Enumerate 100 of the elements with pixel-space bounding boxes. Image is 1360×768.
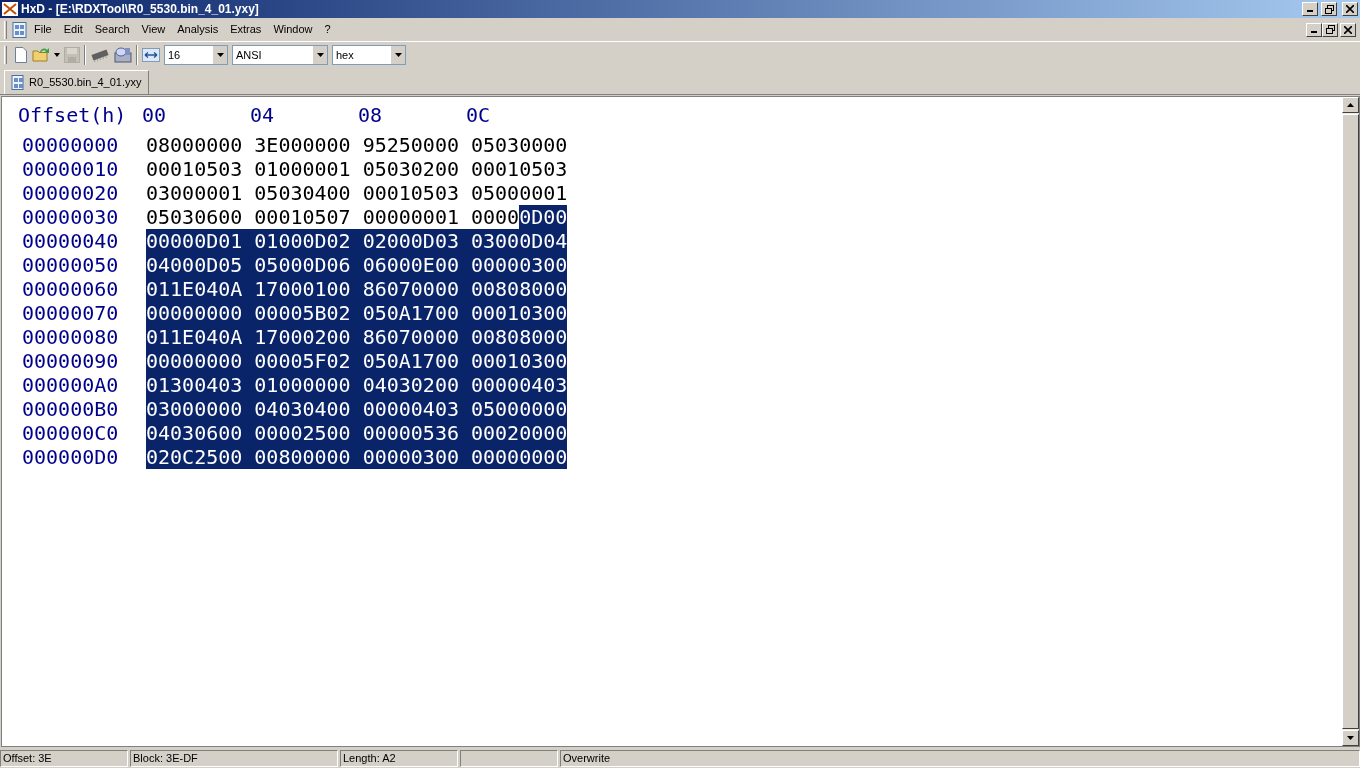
hex-cell[interactable]: 03000001 bbox=[146, 181, 255, 205]
offset-base-dropdown[interactable]: hex bbox=[332, 45, 406, 65]
hex-cell[interactable]: 04030400 bbox=[254, 397, 363, 421]
chip-icon[interactable] bbox=[90, 48, 110, 62]
hex-cell[interactable]: 020C2500 bbox=[146, 445, 255, 469]
dropdown-arrow-icon[interactable] bbox=[394, 53, 402, 57]
hex-cell[interactable]: 00010503 bbox=[362, 181, 471, 205]
menu-item[interactable]: ? bbox=[319, 19, 336, 40]
hex-cell[interactable]: 00010300 bbox=[471, 349, 568, 373]
hex-cell[interactable]: 05000001 bbox=[471, 181, 568, 205]
column-header: 04 bbox=[250, 103, 276, 127]
menu-item[interactable]: Edit bbox=[58, 19, 88, 40]
hex-cell[interactable]: 00800000 bbox=[254, 445, 363, 469]
hex-cell[interactable]: 01000D02 bbox=[254, 229, 363, 253]
hex-cell[interactable]: 00005B02 bbox=[254, 301, 363, 325]
hex-cell[interactable]: 06000E00 bbox=[362, 253, 471, 277]
hex-cell[interactable]: 0D00 bbox=[519, 205, 568, 229]
menu-item[interactable]: Analysis bbox=[172, 19, 224, 40]
hex-cell[interactable]: 05030200 bbox=[362, 157, 471, 181]
hex-cell[interactable]: 17000100 bbox=[254, 277, 363, 301]
minimize-button[interactable] bbox=[1302, 2, 1318, 16]
menu-item[interactable]: Search bbox=[89, 19, 135, 40]
disk-icon[interactable] bbox=[114, 47, 132, 63]
hex-cell[interactable]: 01300403 bbox=[146, 373, 255, 397]
bytes-per-row-dropdown[interactable]: 16 bbox=[164, 45, 228, 65]
hex-cell[interactable]: 00010503 bbox=[471, 157, 568, 181]
hex-cell[interactable]: 00002500 bbox=[254, 421, 363, 445]
minimize-button[interactable] bbox=[1306, 22, 1322, 37]
menu-item[interactable]: Extras bbox=[225, 19, 267, 40]
menu-item[interactable]: File bbox=[29, 19, 57, 40]
hex-cell[interactable]: 05000000 bbox=[471, 397, 568, 421]
hex-cell[interactable]: 00808000 bbox=[471, 277, 568, 301]
hex-cell[interactable]: 050A1700 bbox=[362, 301, 471, 325]
hex-cell[interactable]: 00000000 bbox=[146, 301, 255, 325]
hex-cell[interactable]: 17000200 bbox=[254, 325, 363, 349]
hex-cell[interactable]: 00005F02 bbox=[254, 349, 363, 373]
hex-cell[interactable]: 05030400 bbox=[254, 181, 363, 205]
hex-cell[interactable]: 00000000 bbox=[146, 349, 255, 373]
hex-cell[interactable]: 04030200 bbox=[362, 373, 471, 397]
hex-cell[interactable]: 95250000 bbox=[362, 133, 471, 157]
hex-cell[interactable]: 00000403 bbox=[362, 397, 471, 421]
hex-cell[interactable]: 03000D04 bbox=[471, 229, 568, 253]
charset-dropdown[interactable]: ANSI bbox=[232, 45, 328, 65]
hex-cell[interactable]: 00808000 bbox=[471, 325, 568, 349]
hex-cell[interactable]: 01000000 bbox=[254, 373, 363, 397]
hex-cell[interactable]: 86070000 bbox=[362, 277, 471, 301]
offset-cell-text: 00000050 bbox=[22, 253, 120, 277]
hex-cell[interactable]: 00000D01 bbox=[146, 229, 255, 253]
hex-cell[interactable]: 050A1700 bbox=[362, 349, 471, 373]
hex-cell[interactable]: 00000536 bbox=[362, 421, 471, 445]
hex-cell[interactable]: 00010507 bbox=[254, 205, 363, 229]
hex-cell[interactable]: 00010503 bbox=[146, 157, 255, 181]
close-icon bbox=[1344, 25, 1352, 34]
status-panel: Overwrite bbox=[560, 750, 1360, 767]
hex-cell[interactable]: 04000D05 bbox=[146, 253, 255, 277]
column-header: 00 bbox=[142, 103, 168, 127]
restore-button[interactable] bbox=[1321, 2, 1337, 16]
hex-cell[interactable]: 00010300 bbox=[471, 301, 568, 325]
hex-cell[interactable]: 00020000 bbox=[471, 421, 568, 445]
hex-cell[interactable]: 03000000 bbox=[146, 397, 255, 421]
hex-cell[interactable]: 86070000 bbox=[362, 325, 471, 349]
restore-button[interactable] bbox=[1322, 22, 1338, 37]
hex-cell[interactable]: 011E040A bbox=[146, 325, 255, 349]
document-tab[interactable]: R0_5530.bin_4_01.yxy bbox=[4, 70, 149, 94]
app-icon bbox=[2, 2, 18, 16]
offset-cell-text: 00000030 bbox=[22, 205, 120, 229]
offset-cell-text: 00000090 bbox=[22, 349, 120, 373]
hex-cell[interactable]: 00000403 bbox=[471, 373, 568, 397]
hex-cell[interactable]: 0000 bbox=[471, 205, 520, 229]
hex-cell[interactable]: 04030600 bbox=[146, 421, 255, 445]
hex-cell[interactable]: 05000D06 bbox=[254, 253, 363, 277]
status-panel: Length: A2 bbox=[340, 750, 458, 767]
down-arrow-icon[interactable] bbox=[1347, 736, 1354, 740]
offset-cell-text: 000000B0 bbox=[22, 397, 120, 421]
restore-icon bbox=[1325, 25, 1335, 34]
dropdown-arrow-icon[interactable] bbox=[316, 53, 324, 57]
new-file-icon[interactable] bbox=[14, 47, 28, 63]
hex-cell[interactable]: 00000300 bbox=[471, 253, 568, 277]
hex-cell[interactable]: 00000001 bbox=[362, 205, 471, 229]
hex-cell[interactable]: 05030600 bbox=[146, 205, 255, 229]
dropdown-arrow-icon[interactable] bbox=[216, 53, 224, 57]
hex-cell[interactable]: 05030000 bbox=[471, 133, 568, 157]
up-arrow-icon[interactable] bbox=[1347, 103, 1354, 107]
close-button[interactable] bbox=[1340, 22, 1356, 37]
hex-cell[interactable]: 01000001 bbox=[254, 157, 363, 181]
hex-cell[interactable]: 011E040A bbox=[146, 277, 255, 301]
close-button[interactable] bbox=[1342, 2, 1358, 16]
column-header: 08 bbox=[358, 103, 384, 127]
offset-cell-text: 00000020 bbox=[22, 181, 120, 205]
caret-icon[interactable] bbox=[54, 53, 60, 57]
hex-cell[interactable]: 08000000 bbox=[146, 133, 255, 157]
offset-cell-text: 00000000 bbox=[22, 133, 120, 157]
hex-cell[interactable]: 00000000 bbox=[471, 445, 568, 469]
hex-cell[interactable]: 02000D03 bbox=[362, 229, 471, 253]
width-arrows-icon[interactable] bbox=[142, 48, 160, 62]
hex-cell[interactable]: 3E000000 bbox=[254, 133, 363, 157]
menu-item[interactable]: Window bbox=[268, 19, 318, 40]
hex-cell[interactable]: 00000300 bbox=[362, 445, 471, 469]
menu-item[interactable]: View bbox=[136, 19, 171, 40]
minimize-icon bbox=[1311, 30, 1317, 33]
